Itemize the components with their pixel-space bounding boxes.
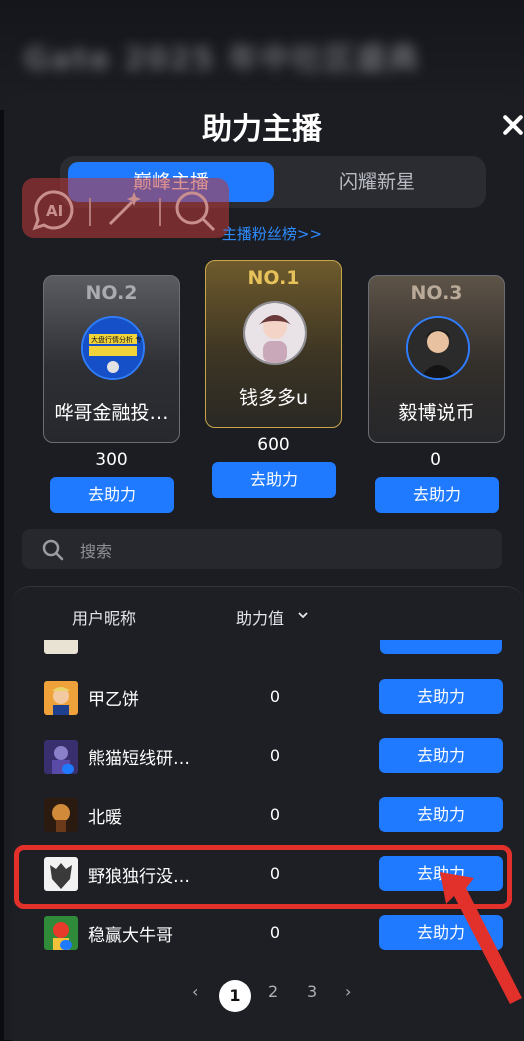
support-button[interactable]: 去助力	[375, 477, 499, 513]
anchor-name: 哗哥金融投…	[54, 402, 169, 424]
anchor-score: 600	[257, 435, 290, 455]
support-value: 0	[269, 687, 281, 706]
podium-card-rank2[interactable]: NO.2 大盘行情分析 专业山寨币精选 哗哥金融投…	[43, 275, 180, 443]
tab-rising-stars[interactable]: 闪耀新星	[274, 162, 480, 202]
page-2-button[interactable]: 2	[268, 982, 278, 1001]
support-button[interactable]: 去助力	[212, 462, 336, 498]
page-3-button[interactable]: 3	[307, 982, 317, 1001]
support-button[interactable]: 去助力	[379, 797, 503, 832]
anchor-name: 钱多多u	[238, 387, 309, 409]
support-button[interactable]: 去助力	[379, 679, 503, 714]
avatar	[44, 798, 78, 832]
rank-label: NO.3	[410, 282, 463, 304]
column-header-nickname: 用户昵称	[72, 609, 137, 628]
rank-label: NO.1	[247, 267, 300, 289]
anchor-score: 0	[430, 450, 441, 470]
support-value: 0	[269, 805, 281, 824]
avatar-caption: 大盘行情分析 专业山寨币精选	[91, 335, 143, 344]
arrow-annotation-icon	[440, 872, 522, 1004]
page-1-button[interactable]: 1	[219, 980, 251, 1012]
highlight-box	[14, 845, 512, 909]
support-button[interactable]: 去助力	[379, 738, 503, 773]
user-nickname: 甲乙饼	[88, 690, 139, 710]
support-button[interactable]: 去助力	[50, 477, 174, 513]
support-value: 0	[269, 746, 281, 765]
user-nickname: 北暖	[88, 808, 122, 828]
podium-card-rank3[interactable]: NO.3 毅博说币	[368, 275, 505, 443]
support-value: 0	[269, 923, 281, 942]
dialog-title: 助力主播	[202, 112, 322, 147]
magic-wand-icon[interactable]	[108, 192, 141, 226]
avatar	[243, 301, 307, 365]
support-button[interactable]	[380, 640, 502, 654]
avatar	[44, 640, 78, 654]
column-header-support-value[interactable]: 助力值	[236, 605, 284, 629]
prev-page-button[interactable]: ‹	[192, 982, 198, 1001]
avatar: 大盘行情分析 专业山寨币精选	[81, 316, 145, 380]
avatar	[44, 740, 78, 774]
anchor-name: 毅博说币	[398, 402, 475, 424]
next-page-button[interactable]: ›	[345, 982, 351, 1001]
podium-card-rank1[interactable]: NO.1 钱多多u	[205, 260, 342, 428]
user-nickname: 稳赢大牛哥	[88, 926, 173, 946]
svg-text:AI: AI	[46, 202, 63, 220]
anchor-score: 300	[95, 450, 128, 470]
search-input[interactable]: 搜索	[22, 529, 502, 569]
search-placeholder: 搜索	[80, 542, 113, 561]
avatar	[44, 916, 78, 950]
search-icon	[42, 539, 64, 561]
fans-ranking-link[interactable]: 主播粉丝榜>>	[0, 223, 524, 244]
close-icon[interactable]	[498, 110, 524, 140]
user-nickname: 熊猫短线研…	[88, 749, 190, 769]
avatar	[406, 316, 470, 380]
chevron-down-icon[interactable]	[298, 610, 308, 620]
background-title: Gate 2025 年中社区盛典	[24, 42, 420, 77]
avatar	[44, 681, 78, 715]
rank-label: NO.2	[85, 282, 138, 304]
